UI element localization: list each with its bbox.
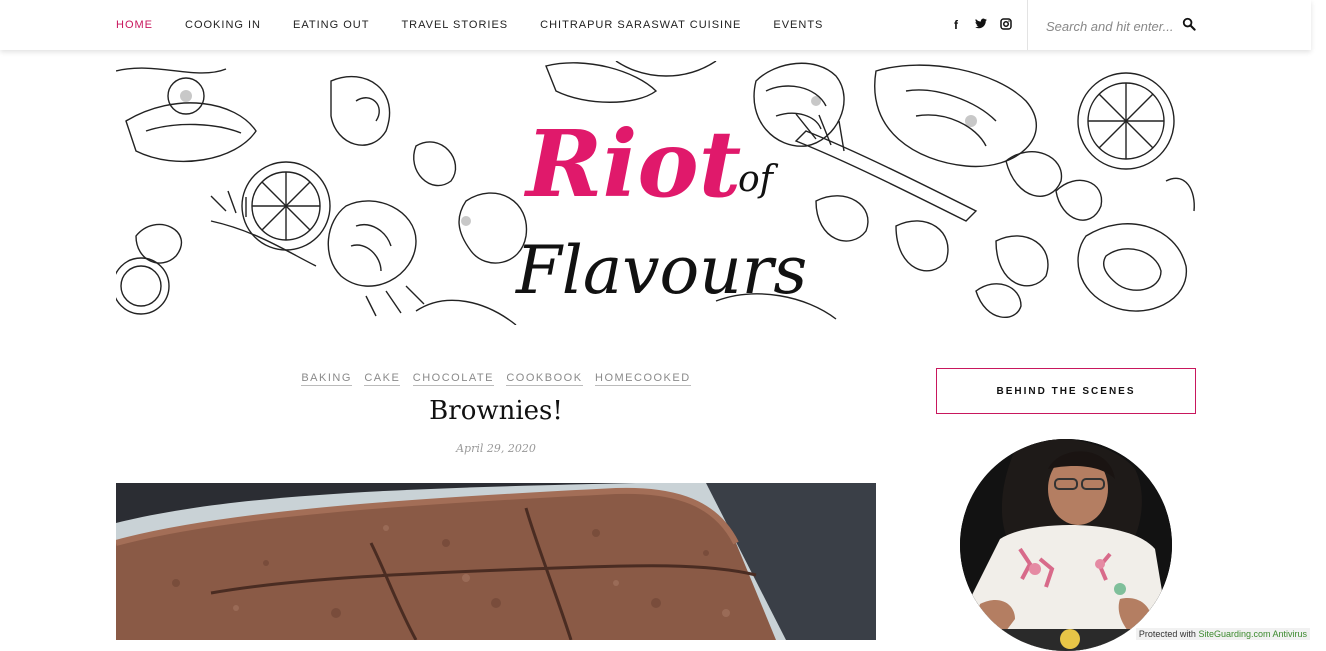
category-homecooked[interactable]: HOMECOOKED bbox=[595, 372, 691, 386]
author-avatar[interactable] bbox=[960, 439, 1172, 651]
search-icon[interactable] bbox=[1182, 17, 1196, 31]
nav-chitrapur-saraswat-cuisine[interactable]: CHITRAPUR SARASWAT CUISINE bbox=[540, 19, 741, 31]
vegetable-sketch-illustration: Riot of Flavours bbox=[116, 61, 1195, 325]
category-baking[interactable]: BAKING bbox=[301, 372, 352, 386]
post-title[interactable]: Brownies! bbox=[116, 396, 876, 426]
author-photo bbox=[960, 439, 1172, 651]
twitter-icon[interactable] bbox=[975, 18, 987, 32]
category-chocolate[interactable]: CHOCOLATE bbox=[412, 372, 494, 386]
badge-prefix: Protected with bbox=[1138, 629, 1199, 639]
nav-home[interactable]: HOME bbox=[116, 19, 153, 31]
category-cake[interactable]: CAKE bbox=[364, 372, 401, 386]
social-links: f bbox=[950, 0, 1012, 50]
post-featured-image[interactable] bbox=[116, 483, 876, 640]
nav-cooking-in[interactable]: COOKING IN bbox=[185, 19, 261, 31]
nav-divider bbox=[1027, 0, 1028, 50]
category-cookbook[interactable]: COOKBOOK bbox=[506, 372, 583, 386]
nav-events[interactable]: EVENTS bbox=[773, 19, 823, 31]
logo-flavours: Flavours bbox=[515, 232, 807, 309]
instagram-icon[interactable] bbox=[1000, 17, 1012, 33]
post-categories: BAKING CAKE CHOCOLATE COOKBOOK HOMECOOKE… bbox=[116, 368, 876, 386]
facebook-icon[interactable]: f bbox=[950, 18, 962, 32]
nav-eating-out[interactable]: EATING OUT bbox=[293, 19, 369, 31]
siteguarding-badge[interactable]: Protected with SiteGuarding.com Antiviru… bbox=[1135, 628, 1310, 640]
search-input[interactable] bbox=[1044, 15, 1176, 37]
top-navigation-bar: HOME COOKING IN EATING OUT TRAVEL STORIE… bbox=[0, 0, 1311, 50]
logo-riot: Riot bbox=[523, 110, 741, 218]
logo-of: of bbox=[738, 159, 779, 200]
post-date: April 29, 2020 bbox=[456, 442, 536, 455]
main-menu: HOME COOKING IN EATING OUT TRAVEL STORIE… bbox=[116, 0, 855, 50]
site-header-banner[interactable]: Riot of Flavours bbox=[116, 61, 1196, 325]
sidebar-widget-title: BEHIND THE SCENES bbox=[936, 368, 1196, 414]
badge-link[interactable]: SiteGuarding.com Antivirus bbox=[1198, 629, 1307, 639]
brownies-photo bbox=[116, 483, 876, 640]
nav-travel-stories[interactable]: TRAVEL STORIES bbox=[401, 19, 508, 31]
